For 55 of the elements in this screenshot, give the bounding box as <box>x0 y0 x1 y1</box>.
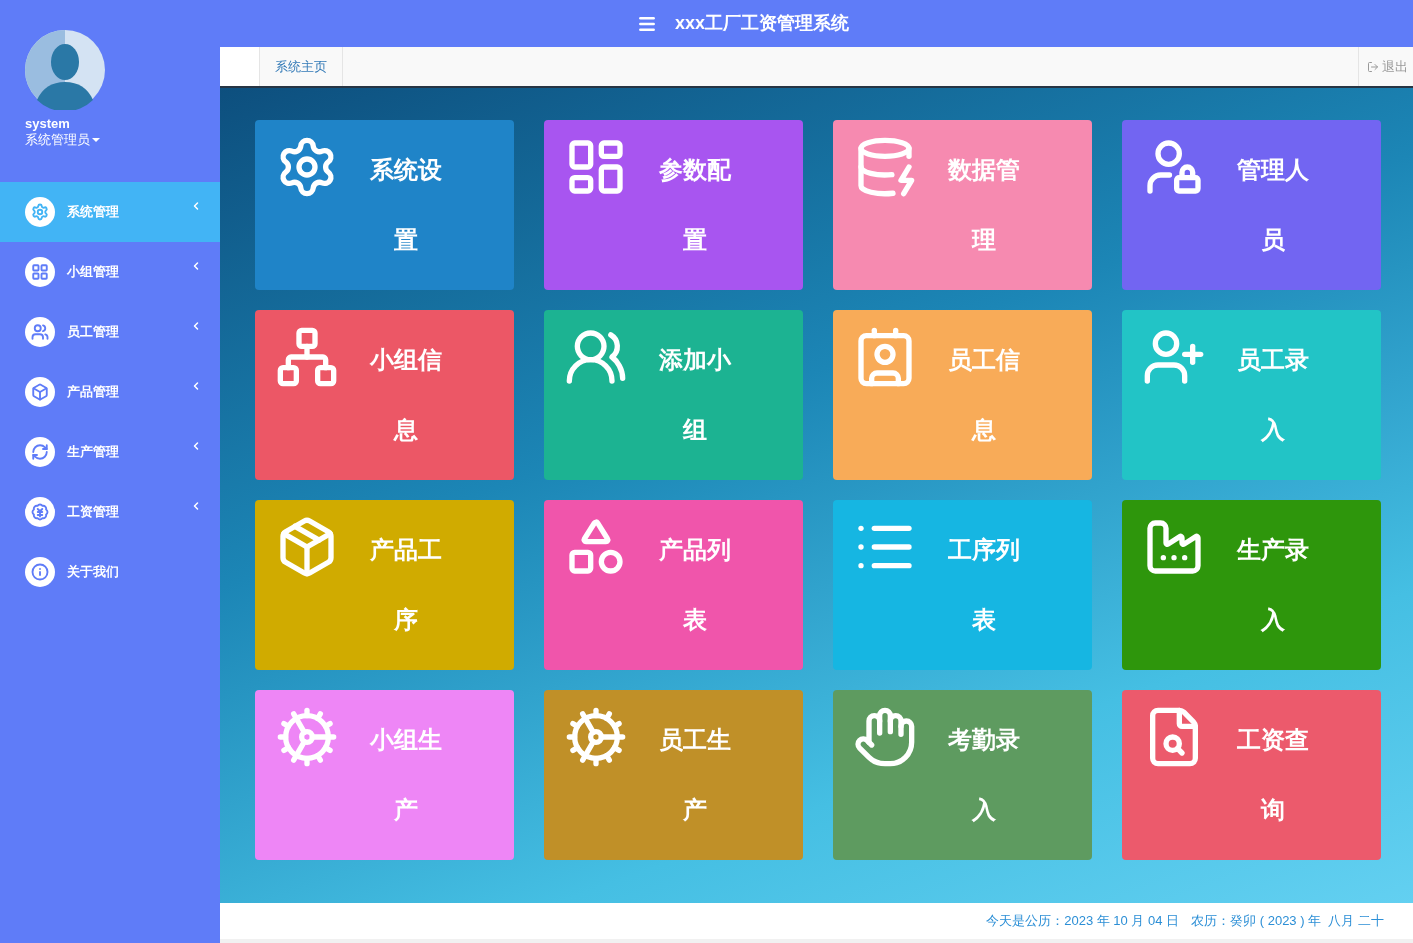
menu-tile[interactable]: 工资查询 <box>1122 690 1381 860</box>
menu-tile[interactable]: 参数配置 <box>544 120 803 290</box>
tile-label: 管理人员 <box>1236 155 1310 255</box>
refresh-icon <box>25 437 55 467</box>
menu-tile[interactable]: 生产录入 <box>1122 500 1381 670</box>
tile-label: 产品工序 <box>369 535 443 635</box>
tile-label: 添加小组 <box>658 345 732 445</box>
sidebar-label: 生产管理 <box>67 443 120 462</box>
tile-label: 员工生产 <box>658 725 732 825</box>
tile-label: 系统设置 <box>369 155 443 255</box>
grid-icon <box>25 257 55 287</box>
menu-tile[interactable]: 员工信息 <box>833 310 1092 480</box>
tile-label: 生产录入 <box>1236 535 1310 635</box>
tile-label: 参数配置 <box>658 155 732 255</box>
gear-icon <box>25 197 55 227</box>
lunar-date: 农历：癸卯 ( 2023 ) 年 八月 二十 <box>1191 912 1384 931</box>
tile-label: 考勤录入 <box>947 725 1021 825</box>
cube-icon <box>25 377 55 407</box>
menu-tile[interactable]: 系统设置 <box>255 120 514 290</box>
tile-label: 工序列表 <box>947 535 1021 635</box>
users-icon <box>25 317 55 347</box>
menu-tile[interactable]: 员工生产 <box>544 690 803 860</box>
sidebar-label: 工资管理 <box>67 503 120 522</box>
tile-label: 小组生产 <box>369 725 443 825</box>
solar-date: 今天是公历：2023 年 10 月 04 日 <box>986 912 1180 931</box>
sidebar-label: 关于我们 <box>67 563 120 582</box>
logout-icon <box>1367 60 1379 73</box>
menu-tile[interactable]: 数据管理 <box>833 120 1092 290</box>
info-icon <box>25 557 55 587</box>
sidebar-label: 小组管理 <box>67 263 120 282</box>
menu-tile[interactable]: 产品工序 <box>255 500 514 670</box>
menu-tile[interactable]: 考勤录入 <box>833 690 1092 860</box>
tile-label: 产品列表 <box>658 535 732 635</box>
logout-button[interactable]: 退出 <box>1358 47 1413 86</box>
menu-tile[interactable]: 工序列表 <box>833 500 1092 670</box>
menu-tile[interactable]: 小组生产 <box>255 690 514 860</box>
tile-label: 数据管理 <box>947 155 1021 255</box>
tile-label: 工资查询 <box>1236 725 1310 825</box>
sidebar-label: 系统管理 <box>67 203 120 222</box>
menu-tile[interactable]: 小组信息 <box>255 310 514 480</box>
tile-label: 员工信息 <box>947 345 1021 445</box>
menu-tile[interactable]: 员工录入 <box>1122 310 1381 480</box>
tile-label: 小组信息 <box>369 345 443 445</box>
menu-tile[interactable]: 添加小组 <box>544 310 803 480</box>
app-title: xxx工厂工资管理系统 <box>674 12 849 35</box>
sidebar-label: 员工管理 <box>67 323 120 342</box>
sidebar-item[interactable]: 系统管理 <box>0 182 220 242</box>
menu-tile[interactable]: 产品列表 <box>544 500 803 670</box>
avatar-icon <box>25 30 105 110</box>
user-role-dropdown[interactable]: 系统管理员 <box>25 132 100 148</box>
menu-tile[interactable]: 管理人员 <box>1122 120 1381 290</box>
hierarchy-icon <box>275 325 339 389</box>
tile-label: 员工录入 <box>1236 345 1310 445</box>
sidebar-label: 产品管理 <box>67 383 120 402</box>
user-name: system <box>25 116 71 132</box>
